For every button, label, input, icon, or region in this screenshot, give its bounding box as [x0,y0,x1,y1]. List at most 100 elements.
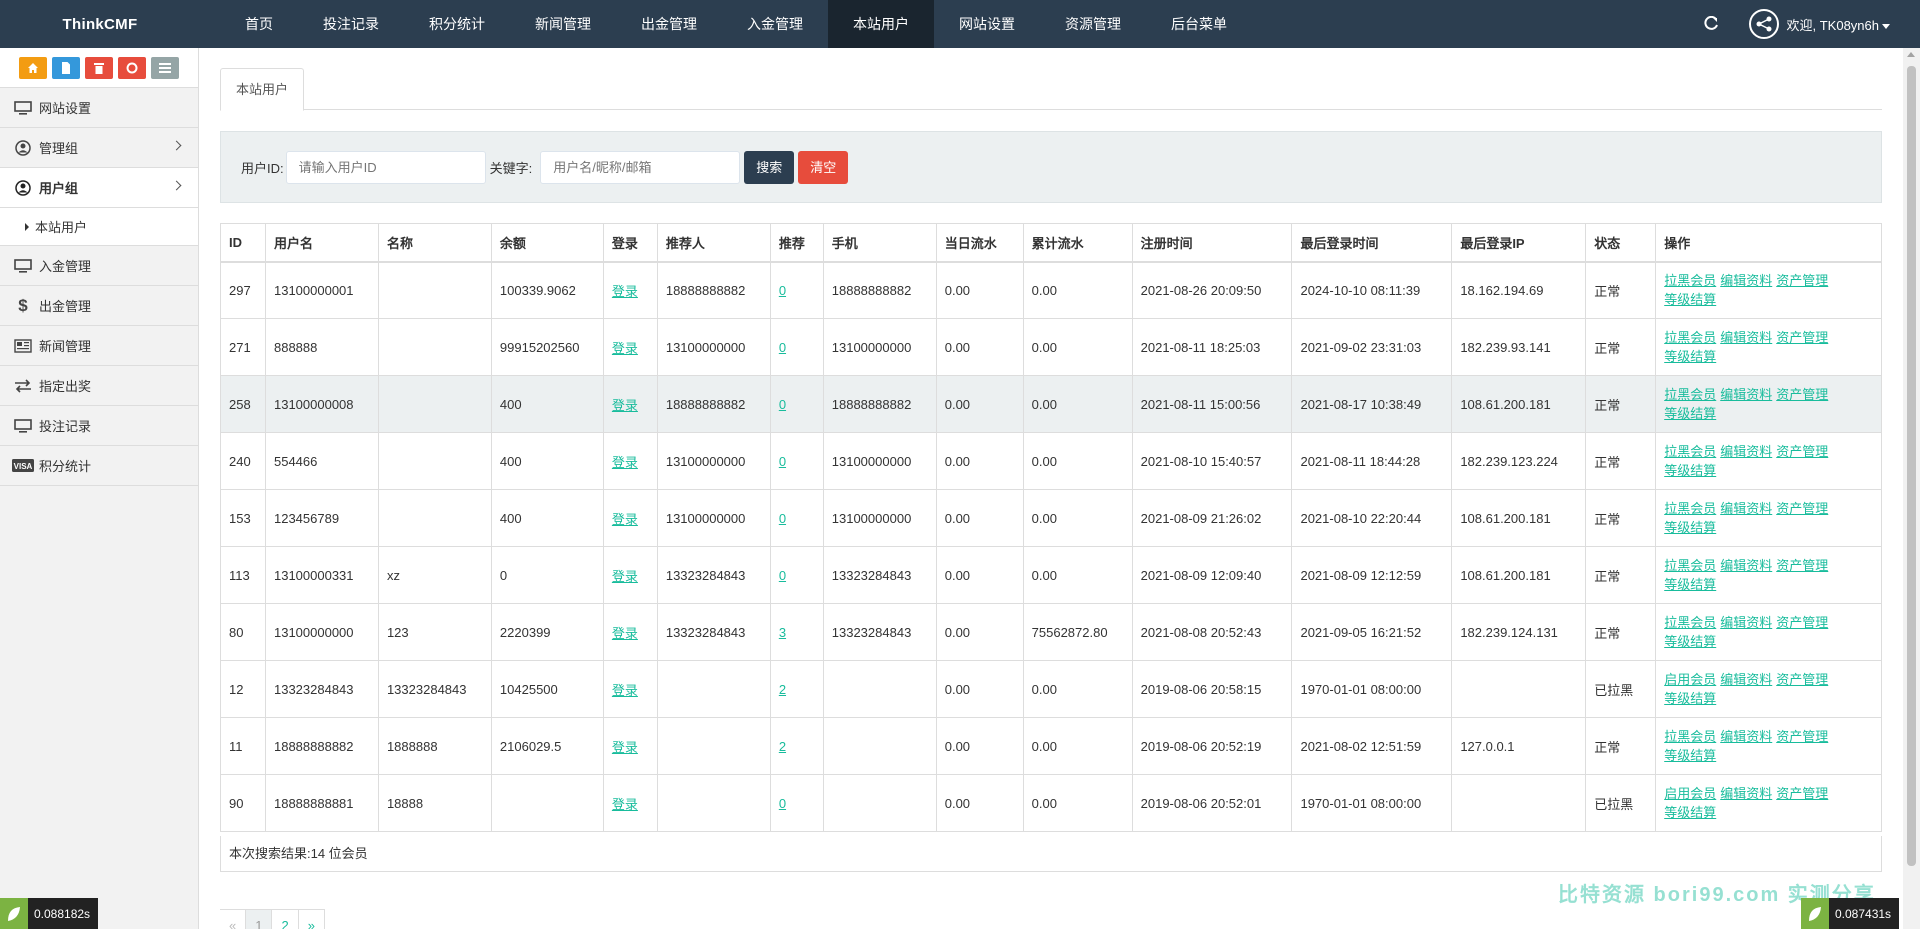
page-2-button[interactable]: 2 [271,909,299,929]
edit-profile-link[interactable]: 编辑资料 [1720,273,1772,288]
level-settlement-link[interactable]: 等级结算 [1664,691,1716,706]
home-shortcut-button[interactable] [19,56,47,79]
cell-login-link[interactable]: 登录 [612,740,638,755]
nav-deposit[interactable]: 入金管理 [722,0,828,48]
cell-referrals-link[interactable]: 0 [779,283,786,298]
asset-management-link[interactable]: 资产管理 [1776,501,1828,516]
asset-management-link[interactable]: 资产管理 [1776,672,1828,687]
brand-logo[interactable]: ThinkCMF [0,16,200,33]
cell-login-link[interactable]: 登录 [612,398,638,413]
cell-referrals-link[interactable]: 0 [779,397,786,412]
sidebar-item-points-stats[interactable]: VISA 积分统计 [0,446,198,486]
sidebar-item-bet-records[interactable]: 投注记录 [0,406,198,446]
edit-profile-link[interactable]: 编辑资料 [1720,387,1772,402]
edit-profile-link[interactable]: 编辑资料 [1720,444,1772,459]
sidebar-item-site-settings[interactable]: 网站设置 [0,88,198,128]
cell-login-link[interactable]: 登录 [612,569,638,584]
cell-login-link[interactable]: 登录 [612,341,638,356]
nav-resources[interactable]: 资源管理 [1040,0,1146,48]
asset-management-link[interactable]: 资产管理 [1776,273,1828,288]
nav-site-settings[interactable]: 网站设置 [934,0,1040,48]
cell-login-link[interactable]: 登录 [612,626,638,641]
edit-profile-link[interactable]: 编辑资料 [1720,729,1772,744]
sidebar-item-deposit[interactable]: 入金管理 [0,246,198,286]
cell-referrals-link[interactable]: 0 [779,568,786,583]
asset-management-link[interactable]: 资产管理 [1776,615,1828,630]
level-settlement-link[interactable]: 等级结算 [1664,406,1716,421]
nav-points-stats[interactable]: 积分统计 [404,0,510,48]
cell-referrals-link[interactable]: 3 [779,625,786,640]
cell-referrals-link[interactable]: 2 [779,739,786,754]
toggle-member-link[interactable]: 启用会员 [1664,786,1716,801]
page-next-button[interactable]: » [297,909,325,929]
nav-site-users[interactable]: 本站用户 [828,0,934,48]
list-shortcut-button[interactable] [151,56,179,79]
nav-news[interactable]: 新闻管理 [510,0,616,48]
edit-profile-link[interactable]: 编辑资料 [1720,786,1772,801]
toggle-member-link[interactable]: 启用会员 [1664,672,1716,687]
level-settlement-link[interactable]: 等级结算 [1664,520,1716,535]
toggle-member-link[interactable]: 拉黑会员 [1664,615,1716,630]
tab-site-users[interactable]: 本站用户 [220,68,305,111]
cell-referrals-link[interactable]: 0 [779,511,786,526]
recycle-shortcut-button[interactable] [118,56,146,79]
user-menu[interactable]: 欢迎, TK08yn6h [1787,15,1890,34]
toggle-member-link[interactable]: 拉黑会员 [1664,558,1716,573]
cell-referrals-link[interactable]: 0 [779,796,786,811]
clear-button[interactable]: 清空 [798,150,849,184]
asset-management-link[interactable]: 资产管理 [1776,444,1828,459]
avatar[interactable] [1748,9,1779,39]
edit-profile-link[interactable]: 编辑资料 [1720,501,1772,516]
toggle-member-link[interactable]: 拉黑会员 [1664,444,1716,459]
toggle-member-link[interactable]: 拉黑会员 [1664,501,1716,516]
edit-profile-link[interactable]: 编辑资料 [1720,672,1772,687]
sidebar-item-user-group[interactable]: 用户组 [0,168,198,208]
file-shortcut-button[interactable] [52,56,80,79]
asset-management-link[interactable]: 资产管理 [1776,729,1828,744]
level-settlement-link[interactable]: 等级结算 [1664,577,1716,592]
keyword-input[interactable] [540,150,741,184]
toggle-member-link[interactable]: 拉黑会员 [1664,387,1716,402]
cell-referrals-link[interactable]: 0 [779,454,786,469]
page-prev-button[interactable]: « [220,909,247,929]
level-settlement-link[interactable]: 等级结算 [1664,748,1716,763]
sidebar-subitem-site-users[interactable]: 本站用户 [0,208,198,246]
nav-home[interactable]: 首页 [220,0,298,48]
toggle-member-link[interactable]: 拉黑会员 [1664,330,1716,345]
cell-login-link[interactable]: 登录 [612,683,638,698]
scroll-up-icon[interactable] [1907,52,1915,57]
user-id-input[interactable] [285,150,486,184]
cell-login-link[interactable]: 登录 [612,284,638,299]
toggle-member-link[interactable]: 拉黑会员 [1664,273,1716,288]
level-settlement-link[interactable]: 等级结算 [1664,634,1716,649]
asset-management-link[interactable]: 资产管理 [1776,387,1828,402]
nav-bet-records[interactable]: 投注记录 [298,0,404,48]
sidebar-item-news[interactable]: 新闻管理 [0,326,198,366]
edit-profile-link[interactable]: 编辑资料 [1720,558,1772,573]
trash-shortcut-button[interactable] [85,56,113,79]
search-button[interactable]: 搜索 [744,150,795,184]
sidebar-item-admin-group[interactable]: 管理组 [0,128,198,168]
edit-profile-link[interactable]: 编辑资料 [1720,615,1772,630]
cell-referrals-link[interactable]: 0 [779,340,786,355]
asset-management-link[interactable]: 资产管理 [1776,330,1828,345]
cell-login-link[interactable]: 登录 [612,797,638,812]
nav-withdraw[interactable]: 出金管理 [616,0,722,48]
scrollbar-thumb[interactable] [1907,66,1916,866]
nav-admin-menu[interactable]: 后台菜单 [1146,0,1252,48]
level-settlement-link[interactable]: 等级结算 [1664,463,1716,478]
refresh-icon[interactable] [1703,16,1719,32]
page-1-button[interactable]: 1 [245,909,273,929]
edit-profile-link[interactable]: 编辑资料 [1720,330,1772,345]
level-settlement-link[interactable]: 等级结算 [1664,349,1716,364]
cell-login-link[interactable]: 登录 [612,512,638,527]
cell-referrals-link[interactable]: 2 [779,682,786,697]
level-settlement-link[interactable]: 等级结算 [1664,805,1716,820]
sidebar-item-withdraw[interactable]: $ 出金管理 [0,286,198,326]
sidebar-item-designated-prize[interactable]: 指定出奖 [0,366,198,406]
asset-management-link[interactable]: 资产管理 [1776,786,1828,801]
toggle-member-link[interactable]: 拉黑会员 [1664,729,1716,744]
vertical-scrollbar[interactable] [1903,48,1920,929]
cell-login-link[interactable]: 登录 [612,455,638,470]
level-settlement-link[interactable]: 等级结算 [1664,292,1716,307]
